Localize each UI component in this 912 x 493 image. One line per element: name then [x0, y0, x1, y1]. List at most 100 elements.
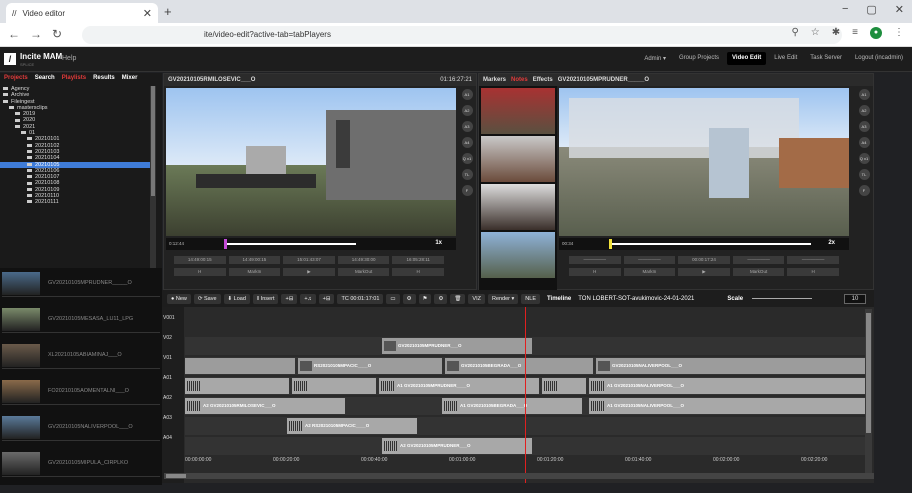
timeline-scrollbar[interactable] — [865, 309, 872, 479]
reload-icon[interactable]: ↻ — [52, 27, 62, 41]
toolbar-button-7[interactable]: TC 00:01:17:01 — [337, 293, 384, 304]
transport-button[interactable]: MarkIn — [623, 268, 676, 276]
toolbar-button-4[interactable]: +⊟ — [281, 293, 298, 304]
scale-input[interactable]: 10 — [844, 293, 866, 304]
side-button[interactable]: A1 — [858, 89, 870, 100]
left-tab-2[interactable]: Playlists — [62, 75, 86, 82]
side-button[interactable]: A1 — [461, 89, 473, 100]
thumbnail[interactable] — [481, 88, 555, 134]
nav-item-3[interactable]: Live Edit — [769, 52, 802, 65]
audio-segment[interactable]: A1 GV20210105BEGRADA___O — [442, 398, 582, 414]
zoom-icon[interactable]: ⚲ — [791, 27, 798, 39]
forward-icon[interactable]: → — [30, 27, 42, 41]
nav-item-2[interactable]: Video Edit — [727, 52, 767, 65]
track-label[interactable]: A01 — [163, 375, 183, 381]
timeline-hscrollbar[interactable] — [164, 473, 874, 479]
clip-item[interactable]: FO20210105AOMENTALNI___O — [2, 378, 160, 405]
track-label[interactable]: V01 — [163, 355, 183, 361]
timecode-field[interactable]: ————— — [732, 256, 785, 264]
extensions-icon[interactable]: ✱ — [832, 27, 840, 39]
toolbar-button-15[interactable]: NLE — [521, 293, 540, 304]
audio-segment[interactable]: A2 GV20210105RMILOSEVIC___O — [185, 398, 345, 414]
toolbar-button-10[interactable]: ⚑ — [418, 293, 432, 304]
nav-item-4[interactable]: Task Server — [805, 52, 847, 65]
timecode-field[interactable]: 00:00:17:24 — [678, 256, 730, 264]
left-tab-4[interactable]: Mixer — [122, 75, 138, 82]
tree-scrollbar[interactable] — [150, 86, 156, 286]
clip-segment[interactable]: GV20210105MPRUDNER___O — [382, 338, 532, 354]
time-ruler[interactable]: 00:00:00:00 00:00:20:00 00:00:40:00 00:01:0… — [185, 457, 875, 467]
menu-icon[interactable]: ⋮ — [894, 27, 904, 39]
track-label[interactable]: A02 — [163, 395, 183, 401]
nav-item-5[interactable]: Logout (incadmin) — [850, 52, 908, 65]
side-button[interactable]: Q x1 — [858, 153, 870, 164]
transport-button[interactable]: H — [174, 268, 226, 276]
tree-item[interactable]: 20210111 — [0, 199, 150, 205]
side-button[interactable]: A2 — [461, 105, 473, 116]
audio-segment[interactable] — [292, 378, 376, 394]
side-button[interactable]: TL — [858, 169, 870, 180]
clip-item[interactable]: GV20210105MIPULA_CIRPLKO — [2, 450, 160, 477]
left-video-frame[interactable] — [166, 88, 456, 236]
browser-tab[interactable]: // Video editor ✕ — [6, 3, 158, 23]
transport-button[interactable]: H — [569, 268, 621, 276]
transport-button[interactable]: MarkIn — [228, 268, 281, 276]
transport-button[interactable]: ▶ — [678, 268, 730, 276]
timecode-field[interactable]: 14:49:00:15 — [174, 256, 226, 264]
timecode-field[interactable]: 14:49:00:15 — [228, 256, 281, 264]
track-label[interactable]: V02 — [163, 335, 183, 341]
toolbar-button-5[interactable]: +♫ — [300, 293, 316, 304]
clip-item[interactable]: GV20210105NALIVERPOOL___O — [2, 414, 160, 441]
side-button[interactable]: TL — [461, 169, 473, 180]
help-link[interactable]: Help — [62, 55, 76, 62]
left-tab-1[interactable]: Search — [35, 75, 55, 82]
side-button[interactable]: A3 — [461, 121, 473, 132]
toolbar-button-12[interactable]: 🗑 — [450, 293, 466, 304]
toolbar-button-11[interactable]: ⚙ — [434, 293, 448, 304]
profile-avatar[interactable]: ● — [870, 27, 882, 39]
timecode-field[interactable]: ————— — [569, 256, 621, 264]
track-label[interactable]: A03 — [163, 415, 183, 421]
side-button[interactable]: F — [461, 185, 473, 196]
audio-segment[interactable]: A2 GV20210105MPRUDNER___O — [382, 438, 532, 454]
clip-item[interactable]: GV20210105MPRUDNER_____O — [2, 270, 160, 297]
scale-slider[interactable] — [752, 298, 813, 299]
left-scrubber[interactable]: 0:12:44 1x — [166, 238, 456, 250]
toolbar-button-2[interactable]: ⬇ Load — [223, 293, 250, 304]
side-button[interactable]: Q x1 — [461, 153, 473, 164]
back-icon[interactable]: ← — [8, 27, 20, 41]
audio-segment[interactable]: A2 RS20210105MPACIC____O — [287, 418, 417, 434]
thumbnail[interactable] — [481, 232, 555, 278]
left-tab-0[interactable]: Projects — [4, 75, 28, 82]
timecode-field[interactable]: 14:49:30:00 — [337, 256, 390, 264]
clip-item[interactable]: GV20210105MESASA_LU11_LPG — [2, 306, 160, 333]
toolbar-button-6[interactable]: +⊟ — [318, 293, 335, 304]
right-player-tab-2[interactable]: Effects — [533, 77, 553, 83]
track-label[interactable]: V001 — [163, 315, 183, 321]
toolbar-button-9[interactable]: ⚙ — [402, 293, 416, 304]
clip-segment[interactable]: GV20210105BEGRADA___O — [445, 358, 593, 374]
side-button[interactable]: F — [858, 185, 870, 196]
transport-button[interactable]: H — [787, 268, 839, 276]
timecode-field[interactable]: ————— — [623, 256, 676, 264]
right-video-frame[interactable] — [559, 88, 849, 236]
timecode-field[interactable]: 16:05:28:11 — [392, 256, 444, 264]
track-label[interactable]: A04 — [163, 435, 183, 441]
toolbar-button-13[interactable]: VIZ — [468, 293, 485, 304]
toolbar-button-1[interactable]: ⟳ Save — [193, 293, 221, 304]
url-field[interactable]: ite/video-edit?active-tab=tabPlayers — [82, 26, 842, 44]
clip-item[interactable]: XL20210105ABIAMINAJ___O — [2, 342, 160, 369]
clip-segment[interactable] — [185, 358, 295, 374]
audio-segment[interactable]: A1 GV20210105NALIVERPOOL___O — [589, 398, 865, 414]
thumbnail[interactable] — [481, 184, 555, 230]
left-tab-3[interactable]: Results — [93, 75, 115, 82]
tab-close-icon[interactable]: ✕ — [143, 7, 152, 20]
transport-button[interactable]: MarkOut — [337, 268, 390, 276]
transport-button[interactable]: H — [392, 268, 444, 276]
right-player-tab-1[interactable]: Notes — [511, 77, 528, 83]
close-window-icon[interactable]: ✕ — [895, 3, 904, 16]
toolbar-button-14[interactable]: Render ▾ — [487, 293, 519, 304]
clip-segment[interactable]: RS20210105MPACIC____O — [298, 358, 442, 374]
audio-segment[interactable] — [185, 378, 289, 394]
nav-item-1[interactable]: Group Projects — [674, 52, 724, 65]
